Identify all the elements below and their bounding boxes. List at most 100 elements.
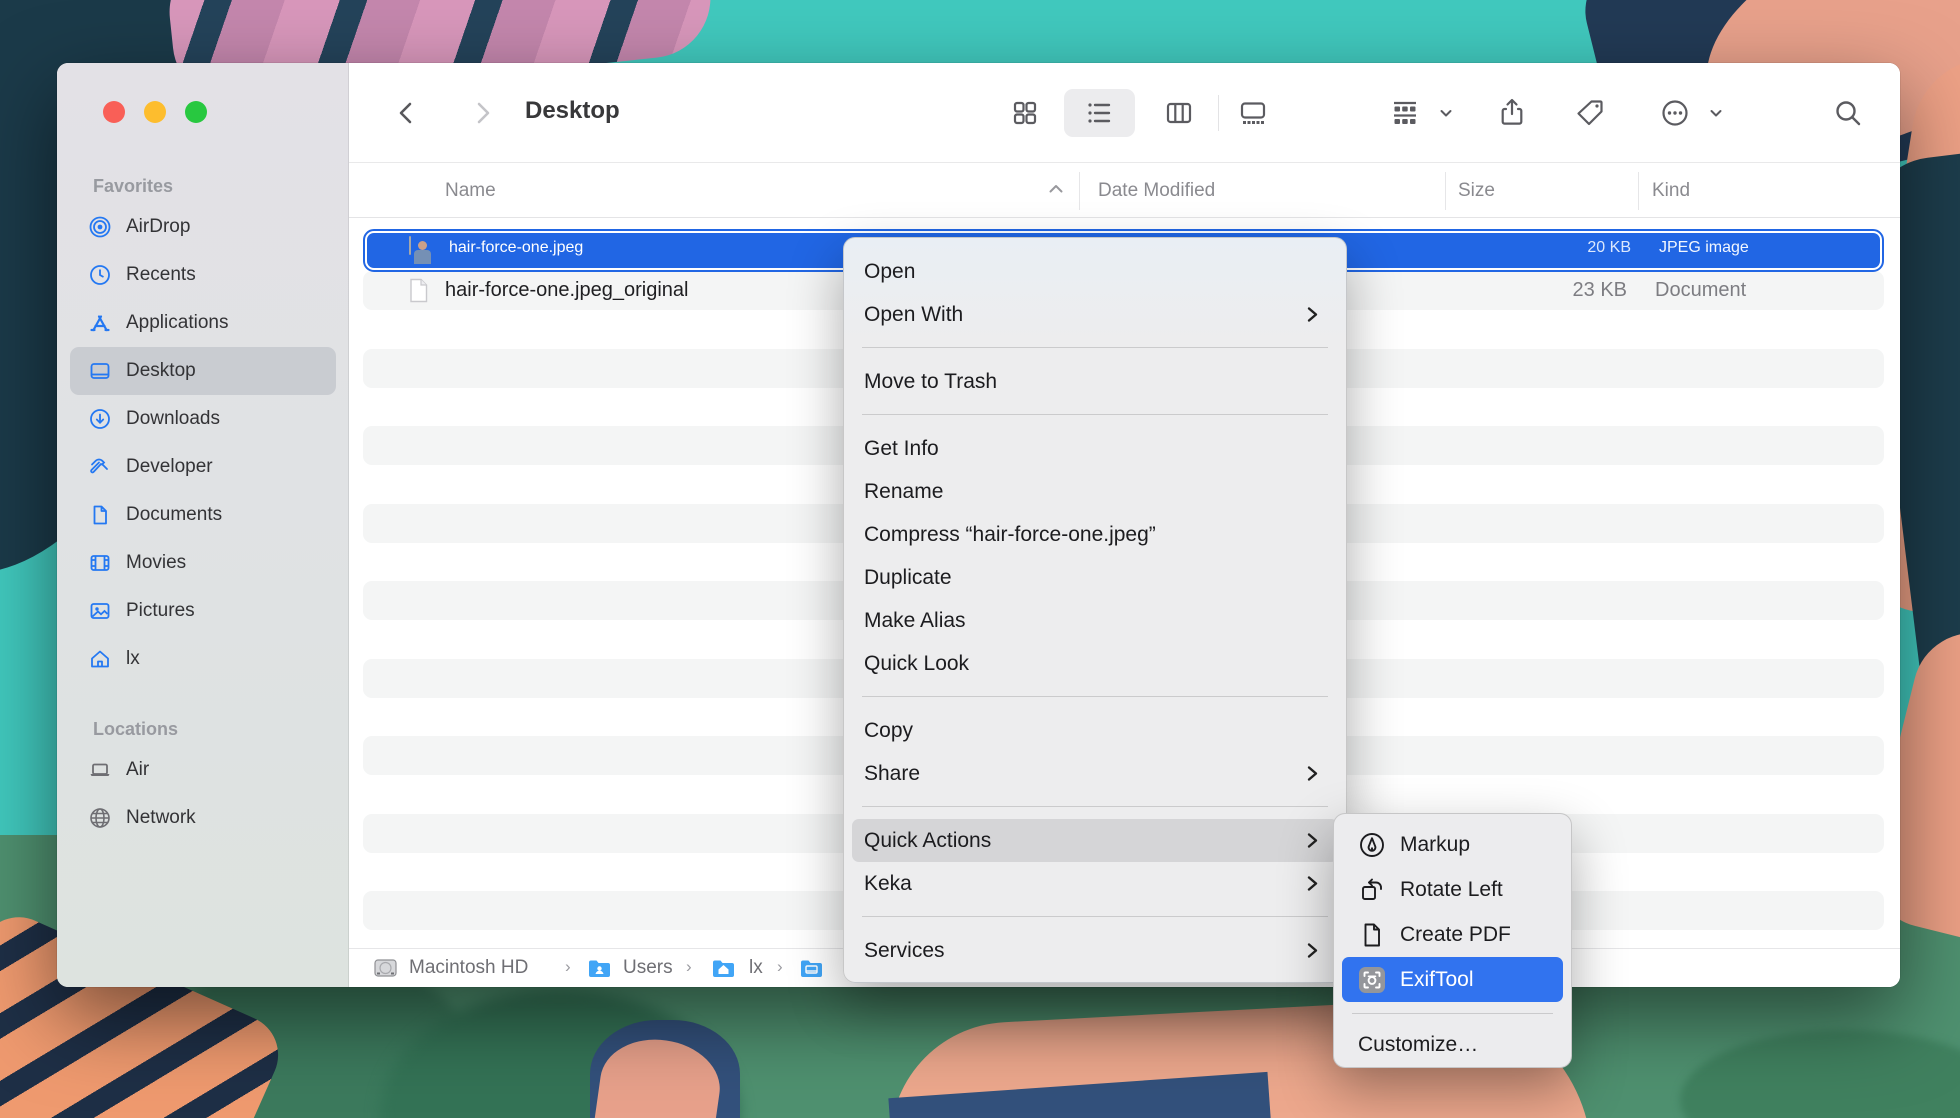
submenu-separator — [1334, 1002, 1571, 1026]
markup-icon — [1358, 831, 1386, 859]
icon-view-button[interactable] — [1009, 97, 1041, 129]
path-separator: › — [777, 957, 783, 977]
document-file-icon — [405, 277, 432, 304]
submenu-chevron-icon — [1303, 941, 1322, 960]
window-title: Desktop — [525, 97, 620, 125]
file-size: 23 KB — [1513, 279, 1627, 302]
download-circle-icon — [88, 407, 112, 431]
photo-icon — [88, 599, 112, 623]
menu-item-quick-look[interactable]: Quick Look — [844, 642, 1346, 685]
submenu-chevron-icon — [1303, 831, 1322, 850]
hammer-icon — [88, 455, 112, 479]
menu-item-get-info[interactable]: Get Info — [844, 427, 1346, 470]
desktop-folder-icon — [799, 956, 824, 981]
menu-separator — [844, 403, 1346, 427]
group-by-chevron-icon — [1438, 105, 1454, 121]
home-icon — [88, 647, 112, 671]
more-options-button[interactable] — [1659, 97, 1691, 129]
sidebar-item-network[interactable]: Network — [70, 794, 336, 842]
sidebar-item-airdrop[interactable]: AirDrop — [70, 203, 336, 251]
file-name: hair-force-one.jpeg_original — [445, 279, 688, 302]
menu-item-compress[interactable]: Compress “hair-force-one.jpeg” — [844, 513, 1346, 556]
quick-actions-submenu: Markup Rotate Left Create PDF ExifTool C… — [1333, 813, 1572, 1068]
column-divider[interactable] — [1445, 172, 1446, 210]
menu-item-open[interactable]: Open — [844, 250, 1346, 293]
menu-item-rename[interactable]: Rename — [844, 470, 1346, 513]
sidebar-item-pictures[interactable]: Pictures — [70, 587, 336, 635]
path-segment-macintosh-hd[interactable]: Macintosh HD — [409, 957, 528, 979]
rotate-left-icon — [1358, 876, 1386, 904]
column-header-kind[interactable]: Kind — [1652, 180, 1690, 202]
sidebar: Favorites AirDrop Recents Applications D… — [57, 63, 349, 987]
airdrop-icon — [88, 215, 112, 239]
submenu-item-exiftool[interactable]: ExifTool — [1342, 957, 1563, 1002]
column-view-button[interactable] — [1163, 97, 1195, 129]
minimize-button[interactable] — [144, 101, 166, 123]
sidebar-item-documents[interactable]: Documents — [70, 491, 336, 539]
submenu-item-create-pdf[interactable]: Create PDF — [1334, 912, 1571, 957]
file-kind: Document — [1655, 279, 1746, 302]
menu-item-make-alias[interactable]: Make Alias — [844, 599, 1346, 642]
forward-button[interactable] — [466, 97, 498, 129]
menu-item-open-with[interactable]: Open With — [844, 293, 1346, 336]
exiftool-app-icon — [1358, 966, 1386, 994]
home-folder-icon — [711, 956, 736, 981]
submenu-item-customize[interactable]: Customize… — [1334, 1026, 1571, 1064]
menu-item-quick-actions[interactable]: Quick Actions — [852, 819, 1338, 862]
sidebar-item-air[interactable]: Air — [70, 746, 336, 794]
file-size: 20 KB — [1517, 239, 1631, 257]
column-header-date-modified[interactable]: Date Modified — [1098, 180, 1215, 202]
laptop-icon — [88, 758, 112, 782]
back-button[interactable] — [391, 97, 423, 129]
path-separator: › — [565, 957, 571, 977]
menu-separator — [844, 905, 1346, 929]
document-icon — [88, 503, 112, 527]
share-button[interactable] — [1496, 97, 1528, 129]
sidebar-item-desktop[interactable]: Desktop — [70, 347, 336, 395]
menu-separator — [844, 795, 1346, 819]
menu-item-keka[interactable]: Keka — [844, 862, 1346, 905]
submenu-chevron-icon — [1303, 764, 1322, 783]
users-folder-icon — [587, 956, 612, 981]
column-header-name[interactable]: Name — [445, 180, 496, 202]
tags-button[interactable] — [1574, 97, 1606, 129]
column-divider[interactable] — [1638, 172, 1639, 210]
clock-icon — [88, 263, 112, 287]
menu-item-share[interactable]: Share — [844, 752, 1346, 795]
zoom-button[interactable] — [185, 101, 207, 123]
sidebar-item-developer[interactable]: Developer — [70, 443, 336, 491]
context-menu: Open Open With Move to Trash Get Info Re… — [843, 237, 1347, 983]
toolbar-divider — [1218, 95, 1219, 131]
submenu-item-markup[interactable]: Markup — [1334, 822, 1571, 867]
group-by-button[interactable] — [1389, 97, 1421, 129]
column-header-row: Name Date Modified Size Kind — [349, 164, 1900, 218]
submenu-item-rotate-left[interactable]: Rotate Left — [1334, 867, 1571, 912]
list-view-button[interactable] — [1083, 97, 1115, 129]
path-separator: › — [686, 957, 692, 977]
menu-item-copy[interactable]: Copy — [844, 709, 1346, 752]
menu-item-services[interactable]: Services — [844, 929, 1346, 972]
column-header-size[interactable]: Size — [1458, 180, 1495, 202]
file-name: hair-force-one.jpeg — [449, 239, 583, 257]
submenu-chevron-icon — [1303, 874, 1322, 893]
toolbar: Desktop — [349, 63, 1900, 163]
sidebar-item-applications[interactable]: Applications — [70, 299, 336, 347]
path-segment-lx[interactable]: lx — [749, 957, 763, 979]
submenu-chevron-icon — [1303, 305, 1322, 324]
search-button[interactable] — [1832, 97, 1864, 129]
file-kind: JPEG image — [1659, 239, 1749, 257]
gallery-view-button[interactable] — [1237, 97, 1269, 129]
close-button[interactable] — [103, 101, 125, 123]
jpeg-thumbnail-icon — [409, 237, 436, 264]
column-divider[interactable] — [1079, 172, 1080, 210]
sidebar-item-downloads[interactable]: Downloads — [70, 395, 336, 443]
sidebar-item-lx-home[interactable]: lx — [70, 635, 336, 683]
app-store-icon — [88, 311, 112, 335]
menu-item-move-to-trash[interactable]: Move to Trash — [844, 360, 1346, 403]
menu-separator — [844, 336, 1346, 360]
path-segment-users[interactable]: Users — [623, 957, 673, 979]
sidebar-item-recents[interactable]: Recents — [70, 251, 336, 299]
sidebar-item-movies[interactable]: Movies — [70, 539, 336, 587]
menu-item-duplicate[interactable]: Duplicate — [844, 556, 1346, 599]
menu-separator — [844, 685, 1346, 709]
